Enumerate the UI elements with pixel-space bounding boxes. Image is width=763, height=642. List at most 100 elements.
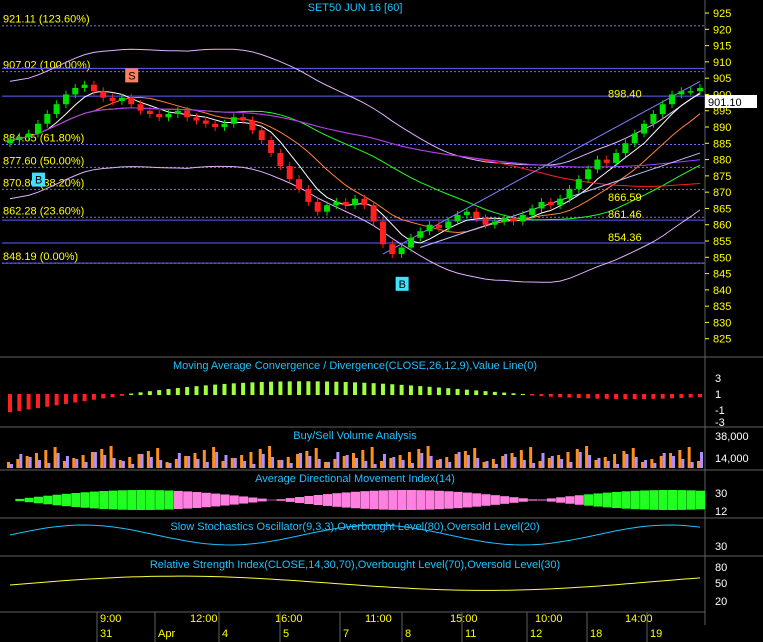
- volume-sell-bar: [296, 454, 300, 468]
- candle-body: [641, 123, 648, 134]
- volume-sell-bar: [333, 459, 337, 468]
- adx-bar: [313, 494, 323, 506]
- fib-label: 877.60 (50.00%): [3, 155, 84, 167]
- y-tick-label: 885: [713, 138, 731, 150]
- volume-buy-bar: [672, 456, 676, 468]
- fib-label: 848.19 (0.00%): [3, 251, 78, 263]
- adx-bar: [24, 497, 34, 503]
- volume-buy-bar: [10, 464, 13, 468]
- volume-buy-bar: [485, 461, 489, 468]
- adx-bar: [80, 492, 90, 508]
- sell-marker: S: [125, 68, 139, 83]
- adx-bar: [108, 490, 118, 510]
- macd-bar: [175, 387, 180, 395]
- candle-body: [268, 140, 275, 154]
- adx-bar: [658, 490, 668, 510]
- volume-sell-bar: [473, 448, 477, 468]
- candle-body: [128, 97, 135, 105]
- volume-sell-bar: [174, 459, 178, 468]
- candle-body: [25, 133, 32, 137]
- candle-body: [407, 237, 414, 248]
- y-tick-label: 920: [713, 24, 731, 36]
- time-label: 10:00: [535, 613, 563, 625]
- macd-bar: [353, 382, 357, 395]
- candle-body: [212, 123, 219, 128]
- adx-bar: [211, 493, 221, 507]
- stoch-tick: 30: [715, 541, 727, 553]
- candle-body: [510, 218, 517, 222]
- adx-bar: [444, 491, 454, 509]
- candle-body: [44, 113, 51, 124]
- candle-body: [603, 159, 610, 163]
- volume-buy-bar: [373, 464, 377, 468]
- macd-bar: [250, 382, 255, 395]
- volume-sell-bar: [407, 452, 411, 468]
- volume-buy-bar: [327, 462, 331, 468]
- fib-label: 907.02 (100.00%): [3, 60, 90, 72]
- volume-buy-bar: [233, 458, 237, 468]
- adx-bar: [15, 498, 25, 502]
- macd-bar: [446, 388, 451, 395]
- adx-bar: [360, 491, 370, 509]
- volume-sell-bar: [491, 459, 495, 468]
- volume-sell-bar: [109, 446, 113, 468]
- time-label: 15:00: [450, 613, 478, 625]
- macd-bar: [492, 391, 497, 395]
- volume-sell-bar: [118, 460, 122, 468]
- macd-bar: [623, 394, 628, 400]
- adx-bar: [649, 490, 659, 510]
- adx-bar: [574, 495, 584, 505]
- volume-sell-bar: [25, 456, 29, 468]
- volume-sell-bar: [7, 462, 10, 468]
- adx-bar: [276, 499, 286, 501]
- y-tick-label: 925: [713, 8, 731, 20]
- volume-buy-bar: [681, 459, 685, 468]
- macd-bar: [511, 393, 516, 395]
- adx-bar: [472, 493, 482, 507]
- volume-sell-bar: [389, 458, 393, 468]
- volume-buy-bar: [457, 452, 461, 468]
- volume-sell-bar: [34, 453, 38, 468]
- candle-body: [72, 87, 79, 95]
- macd-bar: [259, 382, 264, 395]
- macd-bar: [110, 394, 115, 398]
- volume-buy-bar: [401, 460, 405, 468]
- macd-bar: [362, 382, 367, 395]
- candle-body: [594, 159, 601, 170]
- adx-bar: [425, 490, 435, 510]
- last-price-tag: 901.10: [705, 95, 757, 109]
- macd-bar: [35, 394, 40, 409]
- date-label: 11: [465, 628, 476, 640]
- volume-buy-bar: [280, 460, 284, 468]
- adx-bar: [43, 495, 53, 505]
- candle-body: [333, 201, 340, 206]
- adx-bar: [145, 490, 155, 510]
- macd-bar: [17, 394, 22, 411]
- adx-bar: [406, 490, 416, 510]
- candle-body: [53, 104, 60, 114]
- volume-sell-bar: [659, 456, 663, 468]
- volume-buy-bar: [93, 452, 97, 468]
- volume-sell-bar: [435, 460, 439, 468]
- macd-bar: [278, 381, 283, 395]
- macd-bar: [203, 385, 208, 395]
- volume-buy-bar: [532, 463, 536, 468]
- date-label: 12: [530, 628, 542, 640]
- adx-bar: [584, 494, 594, 506]
- adx-bar: [351, 491, 360, 509]
- macd-bar: [455, 388, 460, 395]
- adx-tick: 30: [715, 488, 727, 500]
- y-tick-label: 870: [713, 187, 731, 199]
- macd-bar: [614, 394, 619, 399]
- adx-bar: [155, 490, 165, 510]
- y-tick-label: 890: [713, 122, 731, 134]
- candle-body: [184, 110, 191, 118]
- adx-bar: [257, 498, 267, 502]
- macd-bar: [418, 386, 423, 395]
- volume-sell-bar: [277, 460, 281, 468]
- volume-sell-bar: [258, 449, 262, 468]
- candle-body: [62, 94, 69, 105]
- macd-bar: [287, 381, 292, 395]
- y-tick-label: 850: [713, 252, 731, 264]
- macd-bar: [185, 387, 190, 395]
